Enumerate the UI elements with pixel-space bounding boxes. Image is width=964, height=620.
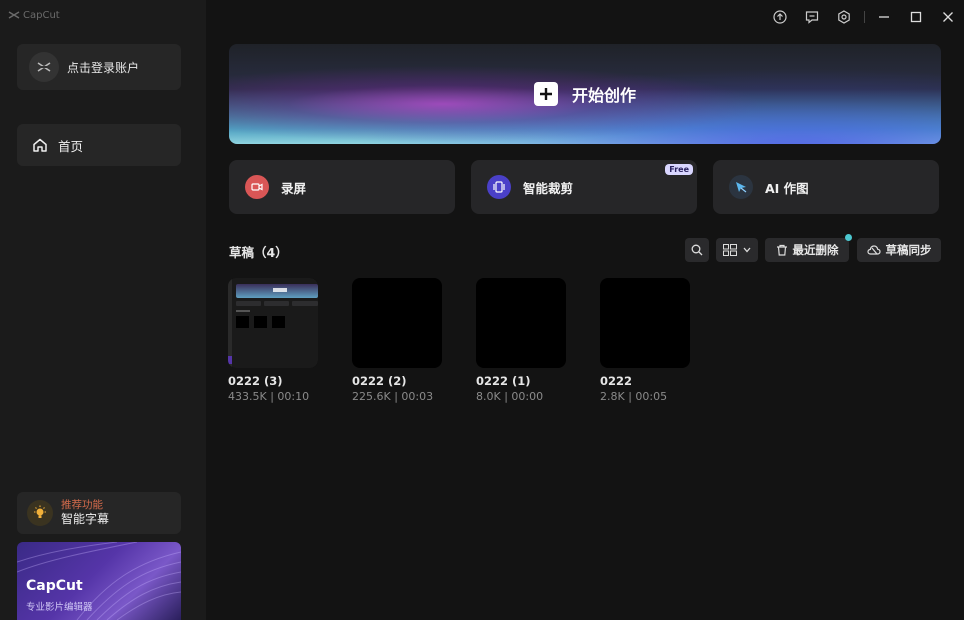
app-logo-text: CapCut bbox=[23, 9, 60, 21]
screen-record-button[interactable]: 录屏 bbox=[229, 160, 455, 214]
crop-icon bbox=[487, 175, 511, 199]
promo-title: CapCut bbox=[26, 578, 83, 594]
screen-record-label: 录屏 bbox=[281, 180, 307, 196]
capcut-app: CapCut 点击登录账户 首页 推荐功能 智能字幕 CapCut 专业影片编辑… bbox=[0, 0, 964, 620]
feedback-icon[interactable] bbox=[796, 1, 828, 33]
draft-item[interactable]: 0222 (1) 8.0K | 00:00 bbox=[476, 278, 566, 403]
plus-icon bbox=[533, 82, 558, 106]
sidebar-item-home[interactable]: 首页 bbox=[17, 124, 181, 166]
capcut-avatar-icon bbox=[29, 52, 59, 82]
home-icon bbox=[33, 138, 47, 152]
recommend-tag: 推荐功能 bbox=[61, 499, 103, 511]
draft-item[interactable]: 0222 (2) 225.6K | 00:03 bbox=[352, 278, 442, 403]
start-create-label: 开始创作 bbox=[571, 86, 636, 105]
drafts-title: 草稿（4） bbox=[229, 245, 288, 260]
ai-draw-label: AI 作图 bbox=[765, 180, 809, 196]
draft-name: 0222 (2) bbox=[352, 374, 407, 388]
draft-item[interactable]: 0222 (3) 433.5K | 00:10 bbox=[228, 278, 318, 403]
draft-name: 0222 (3) bbox=[228, 374, 283, 388]
smart-crop-button[interactable]: 智能裁剪 Free bbox=[471, 160, 697, 214]
recommend-title: 智能字幕 bbox=[61, 512, 110, 526]
minimize-icon[interactable] bbox=[869, 1, 901, 33]
lightbulb-icon bbox=[27, 500, 53, 526]
view-mode-dropdown[interactable] bbox=[716, 238, 758, 262]
app-logo: CapCut bbox=[8, 9, 60, 21]
draft-thumbnail[interactable] bbox=[228, 278, 318, 368]
smart-crop-label: 智能裁剪 bbox=[523, 180, 574, 196]
maximize-icon[interactable] bbox=[900, 1, 932, 33]
search-button[interactable] bbox=[685, 238, 709, 262]
draft-meta: 225.6K | 00:03 bbox=[352, 390, 434, 403]
draft-thumbnail[interactable] bbox=[352, 278, 442, 368]
upload-icon[interactable] bbox=[764, 1, 796, 33]
draft-meta: 8.0K | 00:00 bbox=[476, 390, 544, 403]
login-label: 点击登录账户 bbox=[67, 60, 140, 75]
draft-sync-button[interactable]: 草稿同步 bbox=[857, 238, 941, 262]
cloud-sync-icon bbox=[866, 245, 881, 255]
draft-meta: 433.5K | 00:10 bbox=[228, 390, 310, 403]
close-icon[interactable] bbox=[932, 1, 964, 33]
draft-thumbnail-preview bbox=[228, 278, 318, 368]
login-button[interactable]: 点击登录账户 bbox=[17, 44, 181, 90]
title-bar-divider bbox=[863, 11, 865, 23]
draft-name: 0222 (1) bbox=[476, 374, 531, 388]
trash-icon bbox=[776, 244, 787, 256]
grid-view-icon bbox=[723, 244, 737, 256]
recommend-feature-card[interactable]: 推荐功能 智能字幕 bbox=[17, 492, 181, 534]
title-bar bbox=[764, 0, 964, 34]
draft-name: 0222 bbox=[600, 374, 633, 388]
promo-banner[interactable]: CapCut 专业影片编辑器 bbox=[17, 542, 181, 620]
ai-draw-button[interactable]: AI 作图 bbox=[713, 160, 939, 214]
draft-meta: 2.8K | 00:05 bbox=[600, 390, 668, 403]
draft-item[interactable]: 0222 2.8K | 00:05 bbox=[600, 278, 690, 403]
chevron-down-icon bbox=[743, 247, 751, 253]
recent-delete-button[interactable]: 最近删除 bbox=[765, 238, 849, 262]
notification-dot bbox=[845, 234, 852, 241]
start-create-button[interactable]: 开始创作 bbox=[229, 44, 941, 144]
draft-sync-label: 草稿同步 bbox=[885, 243, 932, 257]
sidebar: CapCut 点击登录账户 首页 推荐功能 智能字幕 CapCut 专业影片编辑… bbox=[0, 0, 206, 620]
search-icon bbox=[691, 244, 703, 256]
record-icon bbox=[245, 175, 269, 199]
sidebar-item-label: 首页 bbox=[58, 138, 84, 154]
free-badge: Free bbox=[665, 164, 693, 175]
recent-delete-label: 最近删除 bbox=[792, 243, 839, 257]
ai-draw-icon bbox=[729, 175, 753, 199]
promo-subtitle: 专业影片编辑器 bbox=[26, 602, 93, 613]
settings-icon[interactable] bbox=[828, 1, 860, 33]
draft-thumbnail[interactable] bbox=[476, 278, 566, 368]
draft-thumbnail[interactable] bbox=[600, 278, 690, 368]
capcut-logo-icon bbox=[8, 11, 20, 19]
